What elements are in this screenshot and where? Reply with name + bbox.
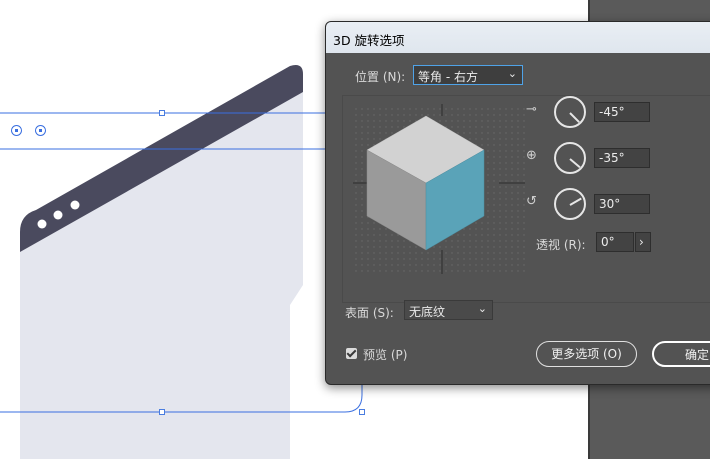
rotate-z-icon: ↺	[526, 194, 537, 209]
x-rotation-input[interactable]: -45°	[594, 102, 650, 122]
y-rotation-input[interactable]: -35°	[594, 148, 650, 168]
surface-label: 表面 (S):	[345, 306, 394, 320]
position-label: 位置 (N):	[355, 70, 406, 84]
chevron-down-icon: ⌄	[507, 67, 517, 80]
surface-select-value: 无底纹	[409, 305, 446, 319]
preview-label[interactable]: 预览 (P)	[363, 346, 407, 363]
z-rotation-input[interactable]: 30°	[594, 194, 650, 214]
window-dot-1	[37, 219, 47, 229]
y-rotation-dial[interactable]	[554, 142, 586, 174]
ok-button[interactable]: 确定	[652, 341, 710, 367]
selection-handle-top[interactable]	[159, 110, 165, 116]
rotate-x-icon: ⊸	[526, 102, 537, 117]
perspective-label: 透视 (R):	[536, 238, 586, 252]
perspective-value: 0°	[601, 235, 615, 249]
3d-rotate-options-dialog: 3D 旋转选项 位置 (N): 等角 - 右方 ⌄ ⊸ -45° ⊕ -35° …	[325, 21, 710, 385]
anchor-point-2[interactable]	[35, 125, 46, 136]
more-options-label: 更多选项 (O)	[551, 347, 622, 361]
position-select-value: 等角 - 右方	[418, 70, 478, 84]
anchor-point-1[interactable]	[11, 125, 22, 136]
z-rotation-value: 30°	[599, 197, 621, 211]
y-rotation-value: -35°	[599, 151, 625, 165]
ok-label: 确定	[684, 348, 709, 362]
preview-checkbox[interactable]	[346, 348, 357, 359]
perspective-input[interactable]: 0°	[596, 232, 634, 252]
position-select[interactable]: 等角 - 右方 ⌄	[413, 65, 523, 85]
x-rotation-value: -45°	[599, 105, 625, 119]
window-dot-2	[53, 210, 63, 220]
surface-select[interactable]: 无底纹 ⌄	[404, 300, 493, 320]
x-rotation-dial[interactable]	[554, 96, 586, 128]
z-rotation-dial[interactable]	[554, 188, 586, 220]
dialog-title-bar[interactable]: 3D 旋转选项	[326, 22, 710, 53]
chevron-down-icon: ⌄	[477, 302, 487, 315]
dialog-body: 位置 (N): 等角 - 右方 ⌄ ⊸ -45° ⊕ -35° ↺ 30° 透视…	[329, 53, 710, 381]
chevron-right-icon: ›	[639, 235, 644, 249]
more-options-button[interactable]: 更多选项 (O)	[536, 341, 637, 367]
rotate-y-icon: ⊕	[526, 148, 537, 163]
rotation-preview-area[interactable]: ⊸ -45° ⊕ -35° ↺ 30° 透视 (R): 0° ›	[342, 95, 710, 303]
selection-handle-corner[interactable]	[359, 409, 365, 415]
perspective-stepper[interactable]: ›	[635, 232, 651, 252]
dialog-title: 3D 旋转选项	[333, 33, 405, 48]
window-dot-3	[70, 200, 80, 210]
selection-handle-bottom[interactable]	[159, 409, 165, 415]
